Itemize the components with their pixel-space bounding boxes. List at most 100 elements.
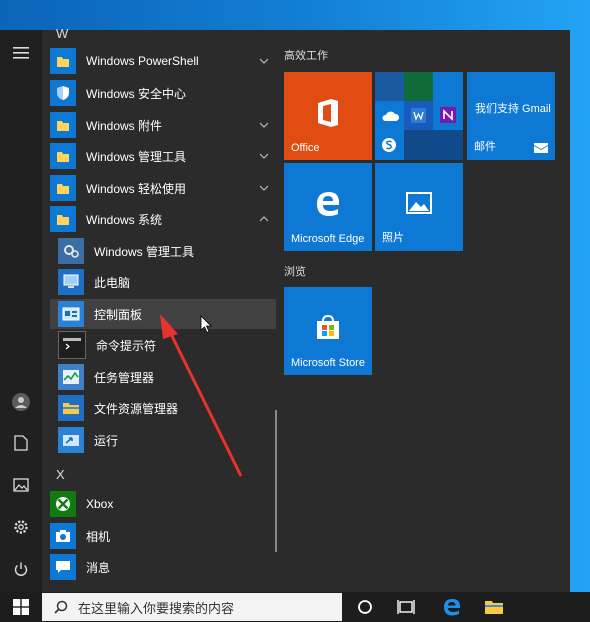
app-label: Xbox bbox=[86, 497, 114, 511]
section-title-productivity: 高效工作 bbox=[284, 50, 328, 62]
app-item-file-explorer[interactable]: 文件资源管理器 bbox=[50, 393, 276, 423]
cortana-circle-icon bbox=[358, 600, 372, 614]
tile-photos[interactable]: 照片 bbox=[375, 163, 463, 251]
search-placeholder: 在这里输入你要搜索的内容 bbox=[78, 600, 235, 616]
app-label: 相机 bbox=[86, 529, 111, 544]
app-label: 命令提示符 bbox=[96, 338, 157, 353]
edge-icon bbox=[444, 599, 461, 616]
folder-icon bbox=[50, 175, 76, 201]
app-item-windows-system[interactable]: Windows 系统 bbox=[50, 204, 276, 234]
tile-label: Office bbox=[291, 142, 320, 154]
app-list[interactable]: W Windows PowerShell Windows 安全中心 Window… bbox=[42, 0, 278, 592]
section-title-browse: 浏览 bbox=[284, 266, 306, 278]
user-avatar-icon bbox=[12, 393, 30, 411]
app-label: Windows 轻松使用 bbox=[86, 181, 187, 196]
group-letter-w[interactable]: W bbox=[56, 26, 68, 41]
chevron-up-icon bbox=[259, 216, 269, 222]
message-icon bbox=[50, 554, 76, 580]
word-doc-tile[interactable] bbox=[404, 101, 433, 130]
group-letter-x[interactable]: X bbox=[56, 467, 65, 482]
envelope-icon bbox=[534, 143, 548, 153]
powerpoint-tile[interactable] bbox=[433, 72, 463, 101]
excel-tile[interactable] bbox=[404, 72, 433, 101]
app-list-scrollbar[interactable] bbox=[275, 410, 277, 552]
documents-button[interactable] bbox=[6, 428, 36, 458]
onenote-icon bbox=[440, 107, 456, 123]
app-item-admin-tools-sub[interactable]: Windows 管理工具 bbox=[50, 236, 276, 266]
admin-tools-icon bbox=[58, 238, 84, 264]
folder-icon bbox=[50, 206, 76, 232]
app-item-accessories[interactable]: Windows 附件 bbox=[50, 110, 276, 140]
shield-icon bbox=[50, 80, 76, 106]
control-panel-icon bbox=[58, 301, 84, 327]
tile-office[interactable]: Office bbox=[284, 72, 372, 160]
folder-icon bbox=[50, 48, 76, 74]
app-item-security-center[interactable]: Windows 安全中心 bbox=[50, 78, 276, 108]
app-item-this-pc[interactable]: 此电脑 bbox=[50, 267, 276, 297]
app-item-command-prompt[interactable]: 命令提示符 bbox=[50, 330, 276, 360]
task-view-button[interactable] bbox=[394, 596, 418, 618]
tile-label: Microsoft Store bbox=[291, 357, 365, 369]
app-item-camera[interactable]: 相机 bbox=[50, 521, 276, 551]
chevron-down-icon bbox=[259, 153, 269, 159]
hamburger-menu-button[interactable] bbox=[6, 38, 36, 68]
tile-store[interactable]: Microsoft Store bbox=[284, 287, 372, 375]
tile-label: 邮件 bbox=[474, 141, 496, 153]
settings-button[interactable] bbox=[6, 512, 36, 542]
account-button[interactable] bbox=[6, 387, 36, 417]
app-item-admin-tools[interactable]: Windows 管理工具 bbox=[50, 141, 276, 171]
word-icon bbox=[411, 108, 426, 123]
tile-office-apps-group[interactable] bbox=[375, 72, 463, 160]
app-label: Windows 管理工具 bbox=[94, 244, 195, 259]
chevron-down-icon bbox=[259, 122, 269, 128]
gear-icon bbox=[14, 520, 28, 534]
app-item-run[interactable]: 运行 bbox=[50, 425, 276, 455]
app-item-task-manager[interactable]: 任务管理器 bbox=[50, 362, 276, 392]
file-explorer-taskbar-button[interactable] bbox=[482, 596, 506, 618]
app-item-powershell[interactable]: Windows PowerShell bbox=[50, 46, 276, 76]
app-label: 文件资源管理器 bbox=[94, 401, 179, 416]
store-icon bbox=[317, 314, 339, 339]
tile-label: Microsoft Edge bbox=[291, 233, 365, 245]
file-explorer-icon bbox=[58, 395, 84, 421]
app-label: 控制面板 bbox=[94, 307, 143, 322]
app-item-control-panel[interactable]: 控制面板 bbox=[50, 299, 276, 329]
office-icon bbox=[318, 99, 338, 127]
app-label: 消息 bbox=[86, 560, 111, 575]
search-icon bbox=[54, 600, 68, 614]
power-button[interactable] bbox=[6, 554, 36, 584]
taskbar: 在这里输入你要搜索的内容 bbox=[0, 592, 590, 622]
pictures-button[interactable] bbox=[6, 470, 36, 500]
word-tile[interactable] bbox=[375, 72, 404, 101]
skype-tile[interactable] bbox=[375, 130, 404, 160]
document-icon bbox=[14, 435, 28, 451]
power-icon bbox=[14, 562, 28, 576]
onedrive-tile[interactable] bbox=[375, 101, 404, 130]
onenote-tile[interactable] bbox=[433, 101, 463, 130]
photo-icon bbox=[406, 192, 432, 214]
task-manager-icon bbox=[58, 364, 84, 390]
windows-logo-icon bbox=[13, 599, 29, 615]
tile-mail-gmail-text: 我们支持 Gmail bbox=[475, 103, 551, 115]
start-button[interactable] bbox=[9, 596, 33, 618]
app-item-ease-of-access[interactable]: Windows 轻松使用 bbox=[50, 173, 276, 203]
terminal-icon bbox=[58, 331, 86, 359]
start-rail bbox=[0, 30, 42, 592]
app-label: Windows 管理工具 bbox=[86, 149, 187, 164]
office-empty-cell bbox=[404, 130, 463, 160]
cloud-icon bbox=[382, 111, 400, 121]
computer-icon bbox=[58, 269, 84, 295]
folder-icon bbox=[50, 112, 76, 138]
cortana-button[interactable] bbox=[353, 596, 377, 618]
tile-mail[interactable]: 我们支持 Gmail 邮件 bbox=[467, 72, 555, 160]
edge-icon bbox=[317, 192, 340, 216]
run-icon bbox=[58, 427, 84, 453]
app-item-xbox[interactable]: Xbox bbox=[50, 489, 276, 519]
tile-edge[interactable]: Microsoft Edge bbox=[284, 163, 372, 251]
picture-icon bbox=[13, 478, 29, 492]
app-item-messaging[interactable]: 消息 bbox=[50, 552, 276, 582]
edge-taskbar-button[interactable] bbox=[440, 596, 464, 618]
chevron-down-icon bbox=[259, 58, 269, 64]
folder-icon bbox=[485, 601, 503, 614]
taskbar-search-box[interactable]: 在这里输入你要搜索的内容 bbox=[42, 593, 342, 621]
